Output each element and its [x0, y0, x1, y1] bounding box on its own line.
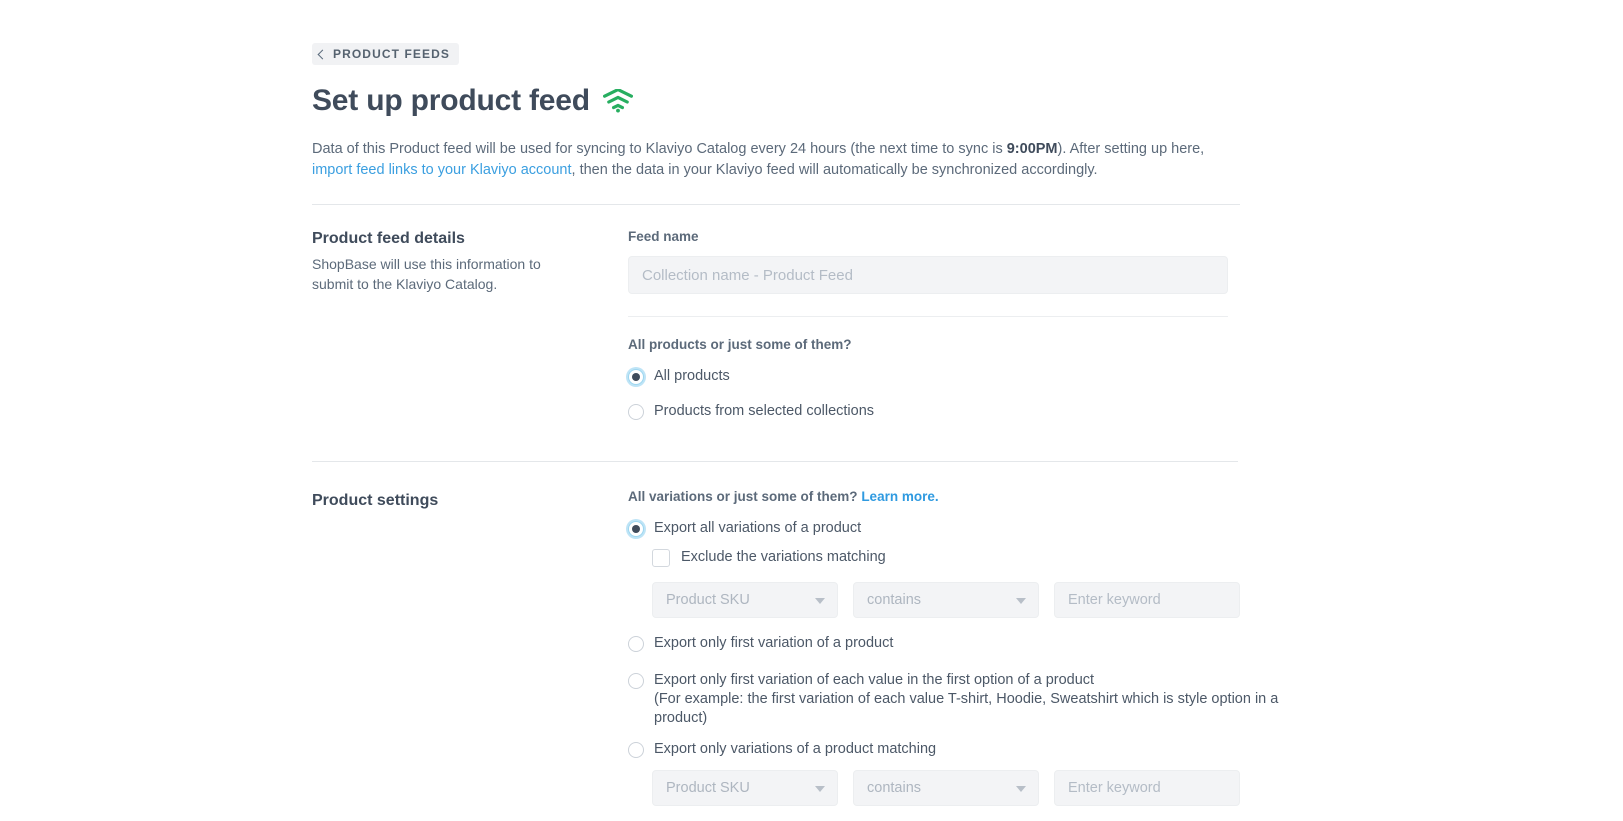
- chevron-left-icon: [318, 49, 328, 59]
- option-main-text: Export only first variation of each valu…: [654, 672, 1094, 688]
- radio-all-products-label: All products: [654, 367, 730, 386]
- intro-sync-time: 9:00PM: [1007, 141, 1058, 157]
- page-content: PRODUCT FEEDS Set up product feed Data o…: [312, 0, 1282, 821]
- intro-text-part3: , then the data in your Klaviyo feed wil…: [572, 162, 1098, 178]
- radio-export-variations-matching-indicator[interactable]: [628, 742, 644, 758]
- section-product-settings: Product settings All variations or just …: [312, 488, 1282, 821]
- section-divider: [312, 461, 1238, 462]
- chevron-down-icon: [1016, 598, 1026, 604]
- page-root: PRODUCT FEEDS Set up product feed Data o…: [0, 0, 1623, 821]
- breadcrumb-label: PRODUCT FEEDS: [333, 47, 450, 61]
- product-scope-label: All products or just some of them?: [628, 336, 1282, 354]
- radio-export-first-variation-label: Export only first variation of a product: [654, 634, 893, 653]
- checkbox-exclude-variations-label: Exclude the variations matching: [681, 548, 886, 567]
- intro-paragraph: Data of this Product feed will be used f…: [312, 139, 1220, 181]
- radio-export-all-variations[interactable]: Export all variations of a product: [628, 519, 1282, 538]
- feed-details-description-column: Product feed details ShopBase will use t…: [312, 228, 628, 294]
- import-feed-links-link[interactable]: import feed links to your Klaviyo accoun…: [312, 162, 572, 178]
- feed-details-inner-divider: [628, 316, 1228, 317]
- learn-more-link[interactable]: Learn more.: [861, 489, 938, 504]
- product-settings-title: Product settings: [312, 490, 604, 512]
- section-product-feed-details: Product feed details ShopBase will use t…: [312, 228, 1282, 427]
- intro-text-part1: Data of this Product feed will be used f…: [312, 141, 1007, 157]
- option-example-text: (For example: the first variation of eac…: [654, 690, 1282, 728]
- match-field-select[interactable]: Product SKU: [652, 770, 838, 806]
- feed-details-fields-column: Feed name All products or just some of t…: [628, 228, 1282, 427]
- radio-selected-collections-label: Products from selected collections: [654, 402, 874, 421]
- breadcrumb-product-feeds[interactable]: PRODUCT FEEDS: [312, 43, 459, 65]
- condition-row-match: Product SKU contains: [652, 770, 1282, 806]
- product-settings-fields-column: All variations or just some of them? Lea…: [628, 488, 1282, 821]
- exclude-operator-select-value: contains: [867, 592, 921, 608]
- product-settings-description-column: Product settings: [312, 488, 628, 512]
- radio-export-all-variations-label: Export all variations of a product: [654, 519, 861, 538]
- radio-all-products[interactable]: All products: [628, 367, 1282, 386]
- match-operator-select-value: contains: [867, 780, 921, 796]
- feed-name-input[interactable]: [628, 256, 1228, 294]
- page-header: Set up product feed: [312, 83, 1282, 119]
- feed-details-title: Product feed details: [312, 228, 604, 250]
- chevron-down-icon: [1016, 786, 1026, 792]
- klaviyo-wifi-icon: [603, 89, 633, 113]
- exclude-keyword-input[interactable]: [1054, 582, 1240, 618]
- variations-label-text: All variations or just some of them?: [628, 489, 858, 504]
- exclude-field-select-value: Product SKU: [666, 592, 750, 608]
- match-operator-select[interactable]: contains: [853, 770, 1039, 806]
- checkbox-exclude-variations-indicator[interactable]: [652, 549, 670, 567]
- exclude-field-select[interactable]: Product SKU: [652, 582, 838, 618]
- radio-export-all-variations-indicator[interactable]: [628, 521, 644, 537]
- match-keyword-input[interactable]: [1054, 770, 1240, 806]
- radio-export-variations-matching[interactable]: Export only variations of a product matc…: [628, 740, 1282, 759]
- feed-name-label: Feed name: [628, 228, 1282, 246]
- exclude-operator-select[interactable]: contains: [853, 582, 1039, 618]
- intro-text-part2: ). After setting up here,: [1058, 141, 1205, 157]
- radio-export-first-variation[interactable]: Export only first variation of a product: [628, 634, 1282, 653]
- condition-row-exclude: Product SKU contains: [652, 582, 1282, 618]
- radio-all-products-indicator[interactable]: [628, 369, 644, 385]
- feed-details-description: ShopBase will use this information to su…: [312, 254, 582, 294]
- page-title: Set up product feed: [312, 83, 590, 119]
- radio-export-first-variation-indicator[interactable]: [628, 636, 644, 652]
- radio-export-first-variation-each-value-label: Export only first variation of each valu…: [654, 671, 1282, 728]
- checkbox-exclude-variations[interactable]: Exclude the variations matching: [652, 548, 1282, 567]
- variations-group-label: All variations or just some of them? Lea…: [628, 488, 1282, 506]
- header-divider: [312, 204, 1240, 205]
- radio-selected-collections-indicator[interactable]: [628, 404, 644, 420]
- radio-selected-collections[interactable]: Products from selected collections: [628, 402, 1282, 421]
- radio-export-first-variation-each-value[interactable]: Export only first variation of each valu…: [628, 671, 1282, 728]
- chevron-down-icon: [815, 598, 825, 604]
- product-scope-group: All products or just some of them? All p…: [628, 336, 1282, 421]
- match-field-select-value: Product SKU: [666, 780, 750, 796]
- radio-export-first-variation-each-value-indicator[interactable]: [628, 673, 644, 689]
- chevron-down-icon: [815, 786, 825, 792]
- radio-export-variations-matching-label: Export only variations of a product matc…: [654, 740, 936, 759]
